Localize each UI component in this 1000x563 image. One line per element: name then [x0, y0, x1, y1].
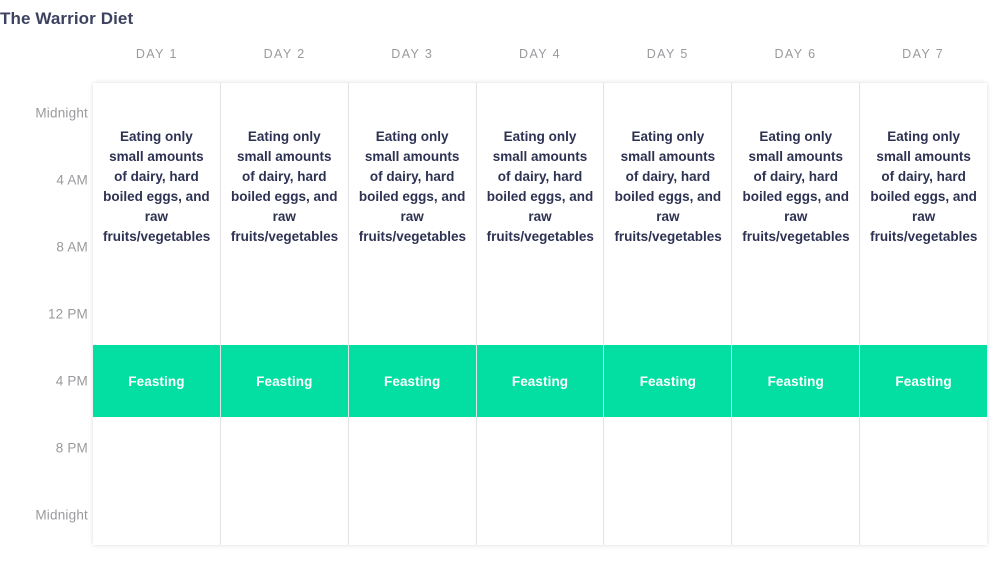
day-column-7: Eating only small amounts of dairy, hard… [860, 83, 988, 545]
feasting-band: Feasting [604, 345, 732, 417]
day-column-6: Eating only small amounts of dairy, hard… [732, 83, 861, 545]
feasting-band: Feasting [732, 345, 860, 417]
undereating-phase-text: Eating only small amounts of dairy, hard… [870, 129, 978, 244]
y-axis-tick-label: Midnight [35, 105, 88, 121]
feasting-band-label: Feasting [256, 373, 313, 389]
plot-area: Eating only small amounts of dairy, hard… [93, 83, 988, 545]
warrior-diet-chart: The Warrior Diet Midnight 4 AM 8 AM 12 PM 4 … [0, 0, 1000, 563]
day-header-1: DAY 1 [135, 47, 178, 61]
day-column-3: Eating only small amounts of dairy, hard… [348, 83, 477, 545]
y-axis-tick-label: 8 AM [56, 239, 88, 255]
feasting-band-label: Feasting [383, 373, 441, 389]
feasting-band-label: Feasting [639, 373, 697, 389]
undereating-phase-text: Eating only small amounts of dairy, hard… [742, 129, 850, 244]
day-header-3: DAY 3 [391, 47, 434, 61]
feasting-band-label: Feasting [895, 373, 952, 389]
day-column-4: Eating only small amounts of dairy, hard… [476, 83, 605, 545]
day-header-6: DAY 6 [774, 47, 817, 61]
y-axis-tick-label: 4 PM [55, 373, 88, 389]
undereating-phase-text: Eating only small amounts of dairy, hard… [358, 129, 467, 244]
day-column-5: Eating only small amounts of dairy, hard… [604, 83, 733, 545]
undereating-phase-text: Eating only small amounts of dairy, hard… [614, 129, 722, 244]
day-column-1: Eating only small amounts of dairy, hard… [93, 83, 221, 545]
feasting-band: Feasting [860, 345, 988, 417]
day-header-5: DAY 5 [646, 47, 689, 61]
y-axis: Midnight 4 AM 8 AM 12 PM 4 PM 8 PM Midnight [0, 0, 88, 563]
undereating-phase-text: Eating only small amounts of dairy, hard… [230, 129, 339, 244]
day-header-7: DAY 7 [902, 47, 945, 61]
y-axis-tick-label: 4 AM [56, 172, 88, 188]
feasting-band-label: Feasting [511, 373, 569, 389]
y-axis-tick-label: 8 PM [55, 440, 88, 456]
undereating-phase-text: Eating only small amounts of dairy, hard… [103, 129, 211, 244]
day-header-row: DAY 1 DAY 2 DAY 3 DAY 4 DAY 5 DAY 6 DAY 7 [93, 47, 987, 67]
feasting-band-label: Feasting [767, 373, 824, 389]
feasting-band: Feasting [476, 345, 604, 417]
undereating-phase-text: Eating only small amounts of dairy, hard… [486, 129, 594, 244]
day-column-2: Eating only small amounts of dairy, hard… [220, 83, 349, 545]
feasting-band-label: Feasting [128, 373, 185, 389]
y-axis-tick-label: Midnight [35, 507, 88, 523]
y-axis-tick-label: 12 PM [47, 306, 88, 322]
day-header-2: DAY 2 [263, 47, 306, 61]
day-header-4: DAY 4 [519, 47, 561, 61]
feasting-band: Feasting [220, 345, 348, 417]
feasting-band: Feasting [93, 345, 220, 417]
feasting-band: Feasting [348, 345, 476, 417]
